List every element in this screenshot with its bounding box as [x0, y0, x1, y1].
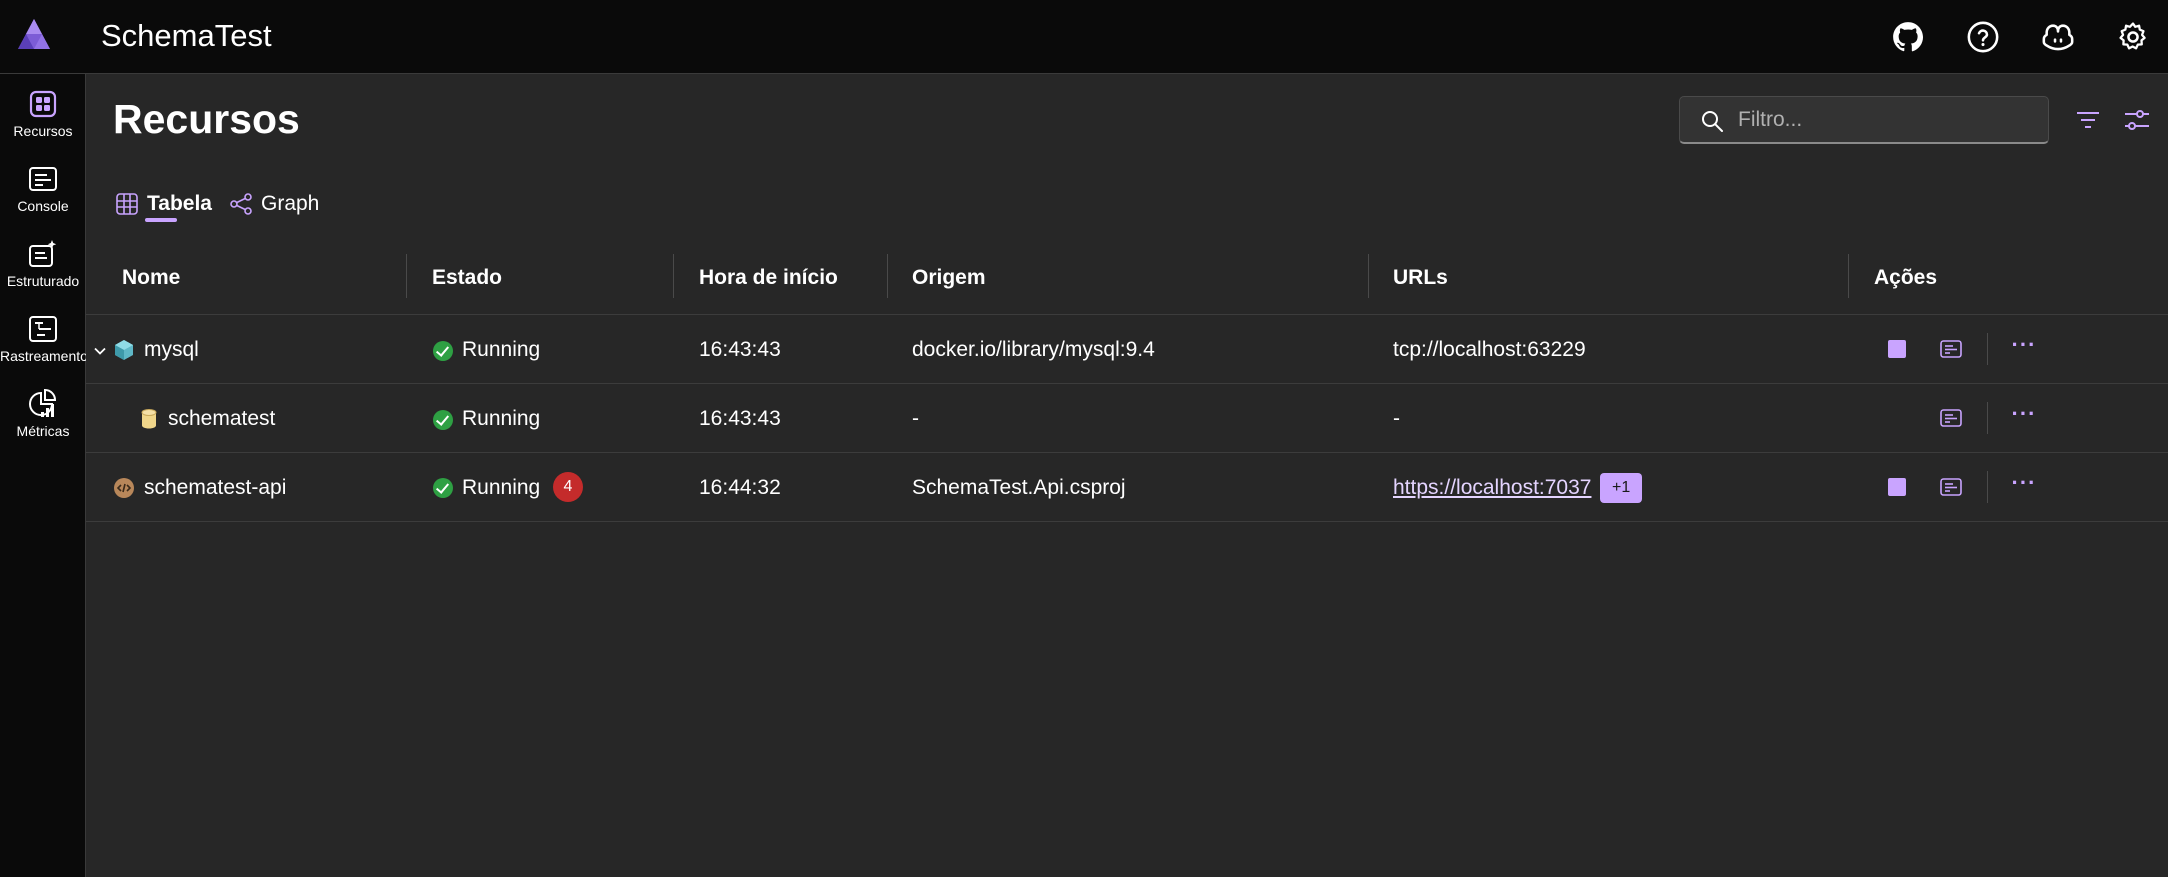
copilot-icon[interactable] [2039, 18, 2077, 56]
console-logs-icon[interactable] [1939, 475, 1963, 499]
sidebar-item-label: Estruturado [6, 273, 80, 289]
start-time: 16:43:43 [699, 338, 781, 361]
top-bar: SchemaTest [0, 0, 2168, 74]
error-count-badge[interactable]: 4 [553, 472, 583, 502]
row-divider [86, 521, 2168, 522]
resource-url: - [1393, 407, 1400, 430]
tab-label: Graph [261, 192, 320, 215]
filter-icon[interactable] [2072, 104, 2104, 136]
stop-button[interactable] [1888, 478, 1906, 496]
start-time: 16:44:32 [699, 476, 781, 499]
resource-name: schematest-api [144, 476, 287, 499]
resource-name: mysql [144, 338, 199, 361]
running-status-icon [433, 341, 453, 361]
sidebar-item-label: Métricas [16, 423, 70, 439]
column-divider[interactable] [1368, 254, 1369, 298]
database-icon [141, 409, 157, 429]
project-icon [114, 478, 134, 498]
column-header-urls[interactable]: URLs [1393, 266, 1448, 290]
sidebar-item-rastreamentos[interactable]: Rastreamentos [0, 309, 86, 379]
more-urls-badge[interactable]: +1 [1600, 473, 1643, 503]
search-icon [1702, 111, 1723, 132]
sidebar-item-label: Recursos [13, 123, 73, 139]
resource-origin: docker.io/library/mysql:9.4 [912, 338, 1155, 361]
sidebar-item-label: Rastreamentos [0, 348, 86, 364]
column-header-hora-inicio[interactable]: Hora de início [699, 266, 838, 290]
start-time: 16:43:43 [699, 407, 781, 430]
resource-url-link[interactable]: https://localhost:7037 [1393, 476, 1591, 500]
table-icon [116, 193, 138, 215]
resource-url: tcp://localhost:63229 [1393, 338, 1586, 361]
resource-origin: SchemaTest.Api.csproj [912, 476, 1126, 499]
sidebar-item-estruturado[interactable]: Estruturado [0, 234, 86, 304]
tab-selected-indicator [145, 218, 177, 222]
tab-graph[interactable]: Graph [229, 184, 319, 224]
container-icon [115, 340, 133, 360]
sidebar-item-console[interactable]: Console [0, 159, 86, 229]
column-divider[interactable] [887, 254, 888, 298]
row-divider [86, 314, 2168, 315]
filter-input[interactable] [1738, 105, 2038, 135]
action-divider [1987, 333, 1988, 365]
resource-state: Running [462, 338, 541, 361]
column-header-acoes: Ações [1874, 266, 1938, 289]
more-actions-icon[interactable]: ··· [2010, 472, 2038, 500]
action-divider [1987, 402, 1988, 434]
graph-icon [230, 193, 252, 215]
tab-label: Tabela [147, 192, 212, 215]
settings-sliders-icon[interactable] [2121, 104, 2153, 136]
gear-icon[interactable] [2114, 18, 2152, 56]
chevron-down-icon[interactable] [93, 344, 107, 358]
running-status-icon [433, 410, 453, 430]
app-title: SchemaTest [101, 18, 272, 53]
row-divider [86, 383, 2168, 384]
github-icon[interactable] [1889, 18, 1927, 56]
resource-origin: - [912, 407, 919, 430]
console-icon [29, 167, 57, 191]
column-divider[interactable] [1848, 254, 1849, 298]
resource-state: Running [462, 407, 541, 430]
metrics-icon [29, 388, 57, 417]
console-logs-icon[interactable] [1939, 406, 1963, 430]
sidebar-item-label: Console [17, 198, 69, 214]
page-title: Recursos [113, 96, 300, 142]
column-header-nome[interactable]: Nome [122, 266, 180, 290]
action-divider [1987, 471, 1988, 503]
sidebar: Recursos Console Estruturado Rastreament… [0, 74, 86, 877]
column-header-origem[interactable]: Origem [912, 266, 986, 290]
aspire-logo-icon[interactable] [16, 17, 52, 53]
more-actions-icon[interactable]: ··· [2010, 403, 2038, 431]
more-actions-icon[interactable]: ··· [2010, 334, 2038, 362]
resources-icon [29, 90, 57, 118]
sidebar-item-recursos[interactable]: Recursos [0, 84, 86, 154]
stop-button[interactable] [1888, 340, 1906, 358]
sidebar-item-metricas[interactable]: Métricas [0, 384, 86, 454]
row-divider [86, 452, 2168, 453]
resource-state: Running [462, 476, 541, 499]
column-divider[interactable] [406, 254, 407, 298]
running-status-icon [433, 478, 453, 498]
resource-name: schematest [168, 407, 276, 430]
filter-field[interactable] [1679, 96, 2049, 144]
structured-logs-icon [29, 240, 57, 267]
traces-icon [29, 316, 57, 342]
help-icon[interactable] [1964, 18, 2002, 56]
console-logs-icon[interactable] [1939, 337, 1963, 361]
column-header-estado[interactable]: Estado [432, 266, 502, 290]
column-divider[interactable] [673, 254, 674, 298]
